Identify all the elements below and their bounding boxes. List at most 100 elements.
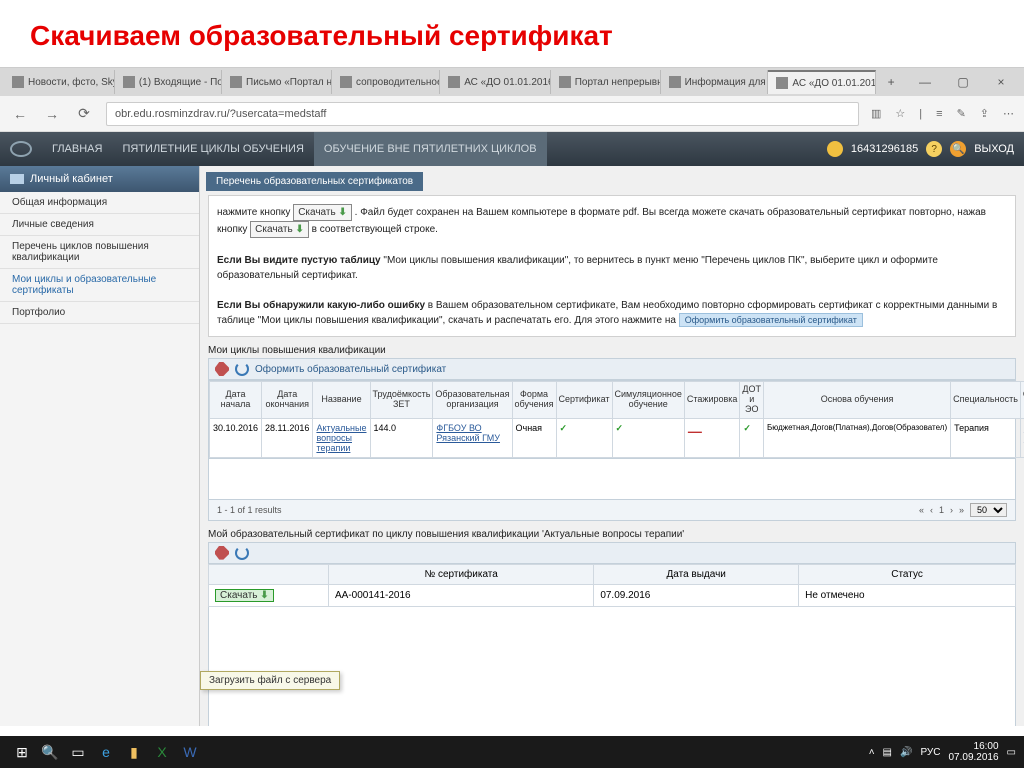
wrench-icon[interactable] <box>215 546 229 560</box>
explorer-icon[interactable]: ▮ <box>120 740 148 764</box>
tab-label: Новости, фсто, Skype, <box>28 77 115 88</box>
pager: 1 - 1 of 1 results « ‹ 1 › » 50 <box>208 499 1016 521</box>
cell-form: Очная <box>512 418 556 457</box>
pager-prev[interactable]: ‹ <box>930 505 933 515</box>
info-strong: Если Вы видите пустую таблицу <box>217 255 381 266</box>
lang-indicator[interactable]: РУС <box>920 747 940 758</box>
th[interactable]: Название <box>313 382 370 419</box>
start-button[interactable]: ⊞ <box>8 740 36 764</box>
maximize-button[interactable]: ▢ <box>944 68 982 96</box>
cell-cert-num: АА-000141-2016 <box>329 584 594 606</box>
th[interactable]: ДОТ и ЭО <box>740 382 764 419</box>
table-row[interactable]: Скачать ⬇ АА-000141-2016 07.09.2016 Не о… <box>209 584 1016 606</box>
topnav-outside[interactable]: ОБУЧЕНИЕ ВНЕ ПЯТИЛЕТНИХ ЦИКЛОВ <box>314 132 547 166</box>
sidebar-header: Личный кабинет <box>0 166 199 192</box>
section-title-cert: Мой образовательный сертификат по циклу … <box>208 529 1016 540</box>
taskview-icon[interactable]: ▭ <box>64 740 92 764</box>
word-icon[interactable]: W <box>176 740 204 764</box>
download-button[interactable]: Скачать ⬇ <box>215 589 274 602</box>
th[interactable]: Дата выдачи <box>594 564 799 584</box>
tab-label: Портал непрерывного <box>575 77 661 88</box>
close-button[interactable]: × <box>982 68 1020 96</box>
logout-link[interactable]: ВЫХОД <box>974 143 1014 155</box>
sidebar-item-my-cycles[interactable]: Мои циклы и образовательные сертификаты <box>0 269 199 302</box>
more-icon[interactable]: ⋯ <box>1003 107 1014 120</box>
th[interactable]: № сертификата <box>329 564 594 584</box>
th[interactable]: Статус <box>799 564 1016 584</box>
share-icon[interactable]: ⇪ <box>980 107 989 120</box>
network-icon[interactable]: ▤ <box>883 747 892 758</box>
search-icon[interactable]: 🔍 <box>36 740 64 764</box>
cert-table-empty <box>208 607 1016 726</box>
th[interactable]: Стажировка <box>684 382 740 419</box>
clock-time: 16:00 <box>948 741 998 752</box>
browser-tab-active[interactable]: АС «ДО 01.01.2016× <box>768 70 876 94</box>
topnav-main[interactable]: ГЛАВНАЯ <box>42 132 112 166</box>
pager-first[interactable]: « <box>919 505 924 515</box>
browser-tab[interactable]: Портал непрерывного <box>551 70 661 94</box>
new-tab-button[interactable]: + <box>876 68 906 96</box>
tab-label: АС «ДО 01.01.2016 <box>792 78 876 89</box>
browser-toolbar-right: ▥ ☆ | ≡ ✎ ⇪ ⋯ <box>871 107 1014 120</box>
excel-icon[interactable]: X <box>148 740 176 764</box>
reload-button[interactable]: ⟳ <box>74 104 94 124</box>
url-bar[interactable] <box>106 102 859 126</box>
search-icon[interactable]: 🔍 <box>950 141 966 157</box>
url-input[interactable] <box>115 108 850 120</box>
cell-org-link[interactable]: ФГБОУ ВО Рязанский ГМУ <box>436 423 500 443</box>
th[interactable]: Специальность <box>951 382 1021 419</box>
th[interactable]: Образовательный сертификат <box>1020 382 1024 419</box>
browser-tab[interactable]: Новости, фсто, Skype, <box>4 70 115 94</box>
clock[interactable]: 16:00 07.09.2016 <box>948 741 998 763</box>
table-row[interactable]: 30.10.2016 28.11.2016 Актуальные вопросы… <box>210 418 1024 457</box>
tab-label: АС «ДО 01.01.2016(се <box>464 77 551 88</box>
forward-button[interactable]: → <box>42 104 62 124</box>
reading-view-icon[interactable]: ▥ <box>871 107 881 120</box>
cert-table: № сертификата Дата выдачи Статус Скачать… <box>208 564 1016 607</box>
page-size-select[interactable]: 50 <box>970 503 1007 517</box>
refresh-icon[interactable] <box>235 362 249 376</box>
table-empty-space <box>208 459 1016 499</box>
pager-last[interactable]: » <box>959 505 964 515</box>
cell-name-link[interactable]: Актуальные вопросы терапии <box>316 423 366 453</box>
th[interactable]: Образовательная организация <box>433 382 512 419</box>
download-button-inline[interactable]: Скачать ⬇ <box>250 221 309 238</box>
browser-tab[interactable]: АС «ДО 01.01.2016(се <box>440 70 551 94</box>
topnav-cycles[interactable]: ПЯТИЛЕТНИЕ ЦИКЛЫ ОБУЧЕНИЯ <box>112 132 313 166</box>
create-cert-link[interactable]: Оформить образовательный сертификат <box>679 313 863 327</box>
browser-tab[interactable]: (1) Входящие - Почта <box>115 70 222 94</box>
browser-tab[interactable]: сопроводительное пи <box>332 70 440 94</box>
help-icon[interactable]: ? <box>926 141 942 157</box>
favicon <box>12 76 24 88</box>
wrench-icon[interactable] <box>215 362 229 376</box>
th[interactable]: Дата окончания <box>262 382 313 419</box>
sidebar-item-portfolio[interactable]: Портфолио <box>0 302 199 324</box>
th[interactable]: Сертификат <box>556 382 612 419</box>
section-title-cycles: Мои циклы повышения квалификации <box>208 345 1016 356</box>
sidebar-item-cycles-list[interactable]: Перечень циклов повышения квалификации <box>0 236 199 269</box>
refresh-icon[interactable] <box>235 546 249 560</box>
download-button-inline[interactable]: Скачать ⬇ <box>293 204 352 221</box>
th[interactable]: Основа обучения <box>764 382 951 419</box>
tray-chevron-icon[interactable]: ˄ <box>869 747 875 758</box>
favorites-icon[interactable]: ☆ <box>895 107 905 120</box>
toolbar-label[interactable]: Оформить образовательный сертификат <box>255 364 446 375</box>
back-button[interactable]: ← <box>10 104 30 124</box>
notifications-icon[interactable]: ▭ <box>1007 747 1016 758</box>
th[interactable]: Дата начала <box>210 382 262 419</box>
info-text: в соответствующей строке. <box>312 224 438 235</box>
sidebar-item-personal[interactable]: Личные сведения <box>0 214 199 236</box>
browser-tab[interactable]: Информация для спе <box>661 70 769 94</box>
subtab-certificates[interactable]: Перечень образовательных сертификатов <box>206 172 423 191</box>
browser-tab[interactable]: Письмо «Портал непр <box>222 70 332 94</box>
hub-icon[interactable]: ≡ <box>936 108 942 120</box>
volume-icon[interactable]: 🔊 <box>900 747 912 758</box>
minimize-button[interactable]: — <box>906 68 944 96</box>
th[interactable]: Форма обучения <box>512 382 556 419</box>
pager-next[interactable]: › <box>950 505 953 515</box>
notes-icon[interactable]: ✎ <box>957 107 966 120</box>
th[interactable]: Симуляционное обучение <box>612 382 684 419</box>
edge-icon[interactable]: e <box>92 740 120 764</box>
th[interactable]: Трудоёмкость ЗЕТ <box>370 382 433 419</box>
sidebar-item-info[interactable]: Общая информация <box>0 192 199 214</box>
